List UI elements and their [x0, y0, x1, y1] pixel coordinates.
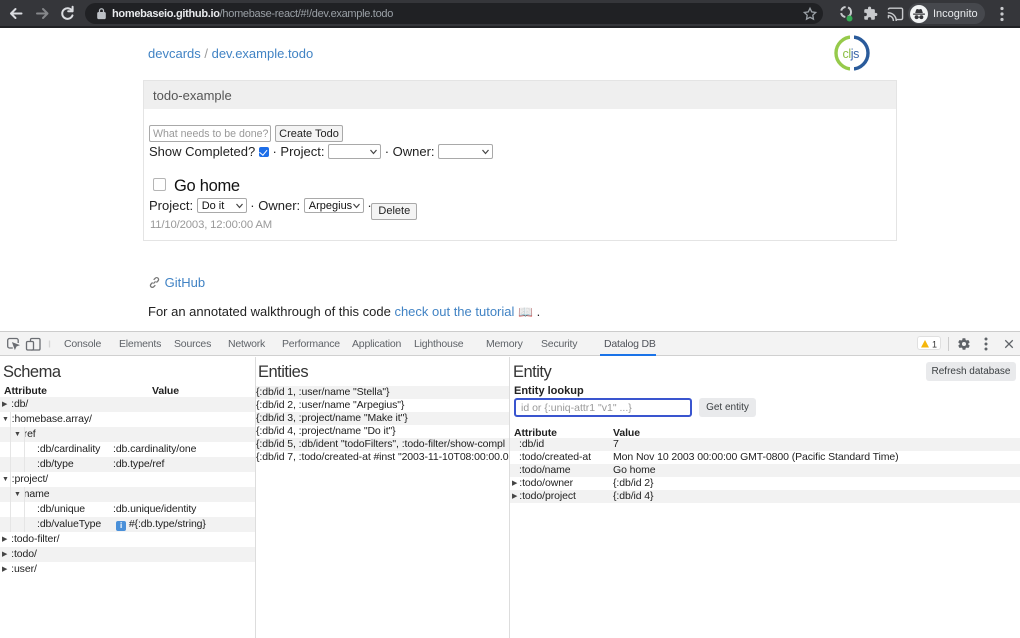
svg-text:1: 1 — [932, 340, 937, 350]
svg-text:cljs: cljs — [843, 47, 860, 61]
